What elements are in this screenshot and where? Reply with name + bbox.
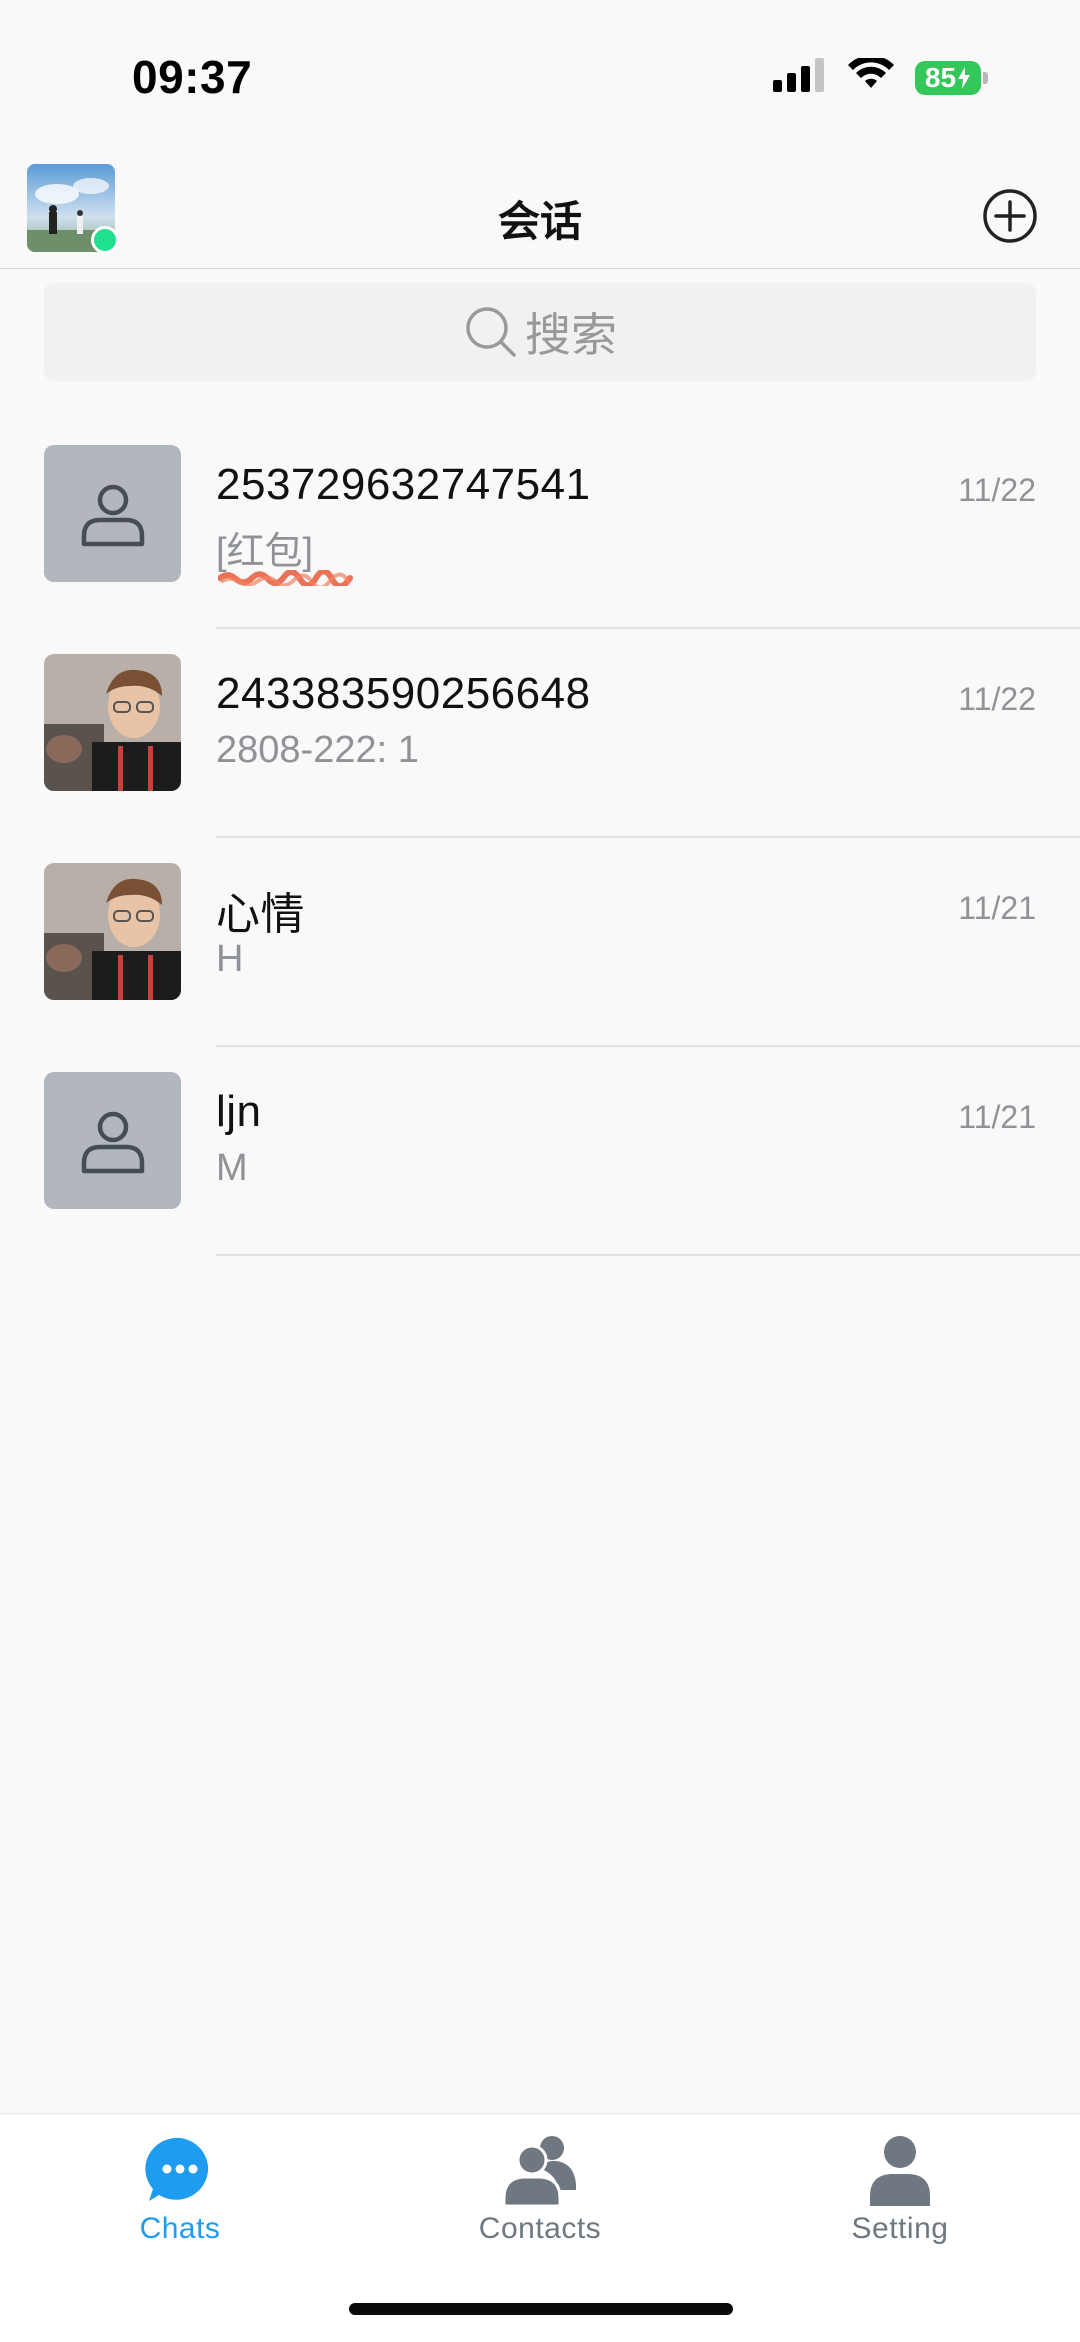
person-outline-icon [81, 1111, 144, 1173]
battery-cap [983, 71, 988, 84]
page-title: 会话 [497, 198, 582, 245]
conversation-item[interactable]: 243383590256648 2808-222: 1 11/22 [0, 629, 1080, 838]
avatar-photo [44, 863, 181, 1000]
conversation-preview: M [216, 1147, 248, 1189]
default-avatar [44, 1072, 181, 1209]
conversation-name: 253729632747541 [216, 460, 591, 509]
contacts-icon [502, 2132, 578, 2208]
plus-circle-icon [983, 189, 1037, 243]
default-avatar [44, 445, 181, 582]
tab-contacts[interactable]: Contacts [360, 2114, 720, 2264]
status-icons: 85 [773, 55, 988, 97]
redaction-scribble [218, 570, 353, 586]
conversation-item[interactable]: ljn M 11/21 [0, 1047, 1080, 1256]
tab-chats[interactable]: Chats [0, 2114, 360, 2264]
search-placeholder: 搜索 [525, 309, 617, 361]
conversation-time: 11/21 [958, 890, 1036, 926]
nav-header: 会话 [0, 150, 1080, 269]
conversation-list: 253729632747541 [红包] 11/22 2433835902566… [0, 420, 1080, 1256]
person-icon [862, 2132, 938, 2208]
charging-bolt-icon [958, 66, 971, 89]
conversation-time: 11/22 [958, 681, 1036, 717]
wifi-icon [847, 55, 895, 97]
status-time: 09:37 [132, 51, 253, 103]
tab-label: Chats [139, 2212, 221, 2245]
conversation-preview: [红包] [216, 531, 314, 573]
status-bar: 09:37 85 [0, 0, 1080, 150]
conversation-preview: 2808-222: 1 [216, 729, 419, 771]
chat-bubble-icon [142, 2132, 218, 2208]
tab-setting[interactable]: Setting [720, 2114, 1080, 2264]
cellular-signal-icon [773, 58, 827, 97]
conversation-name: 243383590256648 [216, 669, 591, 718]
battery-level: 85 [924, 61, 957, 93]
add-button[interactable] [982, 188, 1038, 244]
search-bar[interactable]: 搜索 [44, 283, 1036, 381]
home-indicator[interactable] [349, 2303, 733, 2315]
tab-label: Contacts [478, 2212, 602, 2245]
divider [216, 1254, 1080, 1256]
conversation-name: 心情 [216, 890, 305, 939]
conversation-time: 11/22 [958, 472, 1036, 508]
conversation-time: 11/21 [958, 1099, 1036, 1135]
search-icon [466, 307, 516, 357]
person-outline-icon [81, 484, 144, 546]
avatar-photo [44, 654, 181, 791]
conversation-item[interactable]: 心情 H 11/21 [0, 838, 1080, 1047]
conversation-item[interactable]: 253729632747541 [红包] 11/22 [0, 420, 1080, 629]
conversation-preview: H [216, 938, 244, 980]
tab-label: Setting [851, 2212, 949, 2245]
battery-icon: 85 [915, 60, 981, 95]
conversation-name: ljn [216, 1087, 262, 1136]
